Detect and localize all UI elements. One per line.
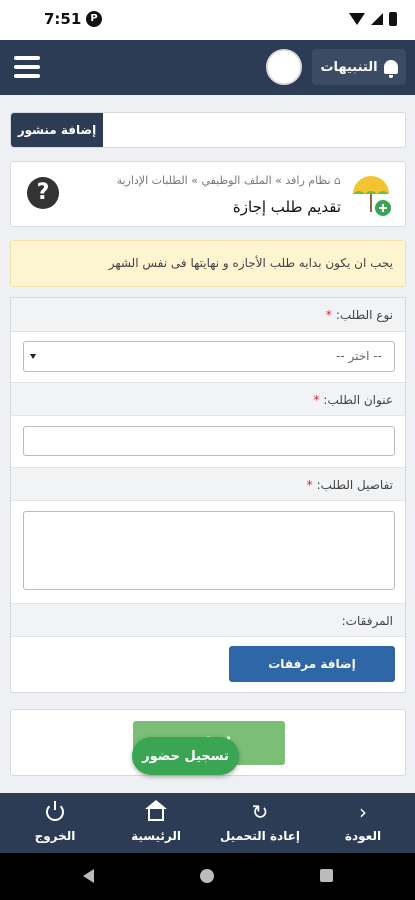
breadcrumb[interactable]: ⌂ نظام رافد » الملف الوظيفي » الطلبات ال…	[117, 174, 341, 187]
request-title-input[interactable]	[23, 426, 395, 456]
nav-home-label: الرئيسية	[131, 829, 181, 843]
system-home-icon[interactable]	[200, 869, 214, 883]
nav-logout-label: الخروج	[34, 829, 76, 843]
add-attachments-button[interactable]: إضافة مرفقات	[229, 646, 395, 682]
system-nav-bar	[0, 853, 415, 900]
notifications-button[interactable]: التنبيهات	[312, 49, 406, 85]
system-recents-icon[interactable]	[320, 869, 333, 882]
leave-request-form: نوع الطلب:* -- اختر -- عنوان الطلب:* تفا…	[10, 297, 406, 693]
wifi-icon	[349, 13, 365, 25]
reload-icon: ↻	[251, 800, 269, 824]
nav-back-label: العودة	[344, 829, 382, 843]
request-type-selected: -- اختر --	[336, 349, 382, 363]
chevron-right-icon: ›	[359, 800, 367, 824]
page-title: تقديم طلب إجازة	[232, 198, 341, 216]
attachments-label-text: المرفقات:	[341, 614, 393, 628]
status-icons	[349, 12, 397, 26]
bell-icon	[383, 60, 398, 78]
request-details-textarea[interactable]	[23, 511, 395, 590]
home-icon: ⌂	[330, 174, 341, 187]
vacation-umbrella-icon	[353, 176, 391, 216]
nav-reload[interactable]: ↻ إعادة التحميل	[210, 799, 310, 849]
request-details-label: تفاصيل الطلب:*	[11, 467, 405, 501]
help-icon[interactable]: ?	[27, 177, 59, 209]
hamburger-menu-icon[interactable]	[14, 56, 40, 78]
required-mark: *	[313, 393, 320, 407]
nav-back[interactable]: › العودة	[313, 799, 413, 849]
notifications-label: التنبيهات	[320, 59, 378, 75]
caret-down-icon	[30, 354, 36, 359]
request-title-label-text: عنوان الطلب:	[323, 393, 393, 407]
bottom-nav: الخروج الرئيسية ↻ إعادة التحميل › العودة	[0, 793, 415, 853]
signal-icon	[371, 13, 383, 25]
parking-notification-icon: P	[86, 11, 102, 27]
nav-home[interactable]: الرئيسية	[106, 799, 206, 849]
power-icon	[46, 801, 64, 821]
app-header: التنبيهات	[0, 40, 415, 95]
required-mark: *	[306, 478, 313, 492]
home-icon	[145, 800, 167, 821]
battery-icon	[389, 12, 397, 26]
attendance-fab[interactable]: تسجيل حضور	[132, 737, 239, 775]
nav-logout[interactable]: الخروج	[5, 799, 105, 849]
request-type-label: نوع الطلب:*	[11, 298, 405, 332]
request-details-label-text: تفاصيل الطلب:	[316, 478, 393, 492]
request-title-label: عنوان الطلب:*	[11, 382, 405, 416]
nav-reload-label: إعادة التحميل	[219, 829, 301, 843]
attachments-label: المرفقات:	[11, 603, 405, 637]
required-mark: *	[325, 308, 332, 322]
request-type-label-text: نوع الطلب:	[335, 308, 393, 322]
status-time: 7:51	[44, 10, 82, 28]
request-type-select[interactable]: -- اختر --	[23, 341, 395, 372]
status-bar: 7:51 P	[0, 0, 415, 40]
breadcrumb-text: نظام رافد » الملف الوظيفي » الطلبات الإد…	[116, 174, 331, 187]
page-header-card: ? ⌂ نظام رافد » الملف الوظيفي » الطلبات …	[10, 161, 406, 227]
system-back-icon[interactable]	[83, 869, 94, 883]
avatar[interactable]	[266, 49, 302, 85]
warning-notice: يجب ان يكون بدايه طلب الأجازه و نهايتها …	[10, 240, 406, 287]
add-post-button[interactable]: إضافة منشور	[11, 113, 103, 147]
add-post-bar: إضافة منشور	[10, 112, 406, 148]
